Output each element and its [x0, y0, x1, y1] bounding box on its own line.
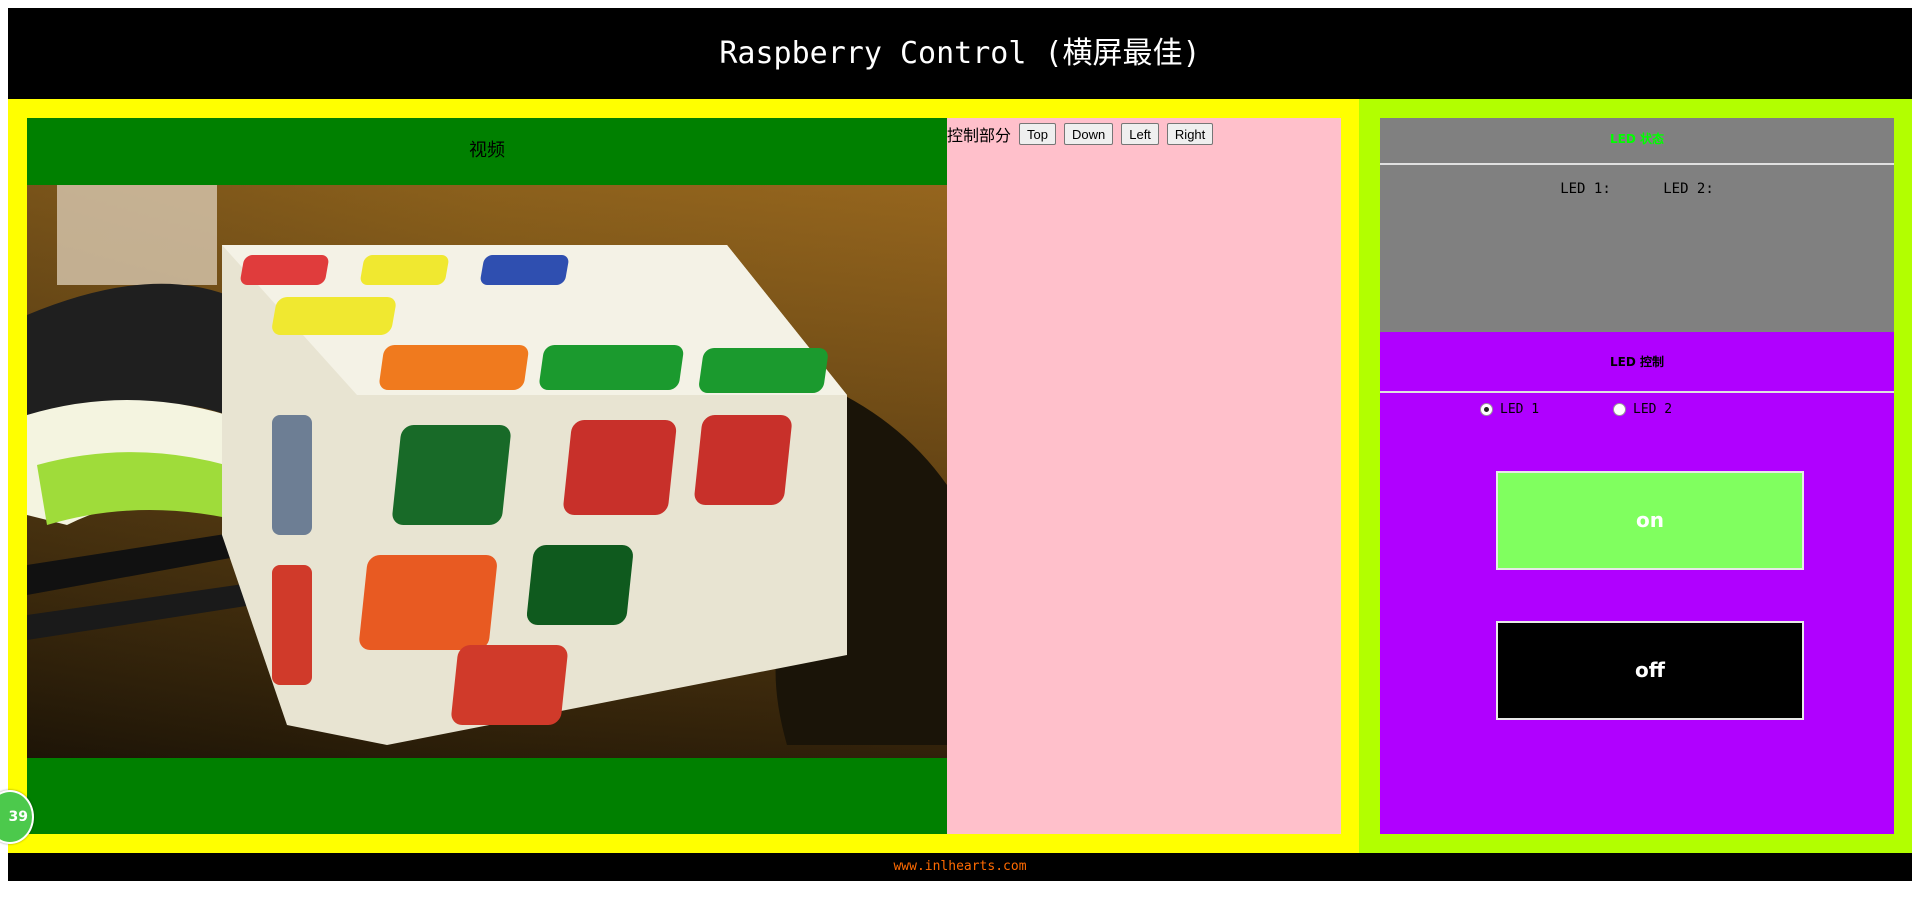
on-button[interactable]: on	[1496, 471, 1804, 570]
divider	[1380, 391, 1894, 393]
led-status-panel	[1380, 118, 1894, 332]
led-status-row: LED 1: LED 2:	[1380, 181, 1894, 197]
app-header: Raspberry Control (横屏最佳)	[8, 8, 1912, 99]
top-button[interactable]: Top	[1019, 123, 1056, 145]
led1-status: LED 1:	[1560, 181, 1611, 197]
down-button[interactable]: Down	[1063, 123, 1114, 145]
control-bar: 控制部分 Top Down Left Right	[947, 123, 1214, 145]
camera-stream-image	[27, 185, 947, 758]
page-title: Raspberry Control (横屏最佳)	[719, 36, 1201, 71]
control-panel	[947, 118, 1341, 834]
led-control-title: LED 控制	[1610, 355, 1664, 369]
led2-option[interactable]: LED 2	[1613, 402, 1672, 417]
footer-link[interactable]: www.inlhearts.com	[893, 859, 1026, 874]
right-button[interactable]: Right	[1166, 123, 1214, 145]
led2-status: LED 2:	[1663, 181, 1714, 197]
radio-led2-label: LED 2	[1633, 402, 1673, 417]
radio-led2[interactable]	[1613, 403, 1626, 416]
radio-led1-label: LED 1	[1500, 402, 1540, 417]
led1-option[interactable]: LED 1	[1480, 402, 1539, 417]
off-button[interactable]: off	[1496, 621, 1804, 720]
led-status-title: LED 状态	[1610, 132, 1664, 146]
footer: www.inlhearts.com	[8, 853, 1912, 881]
left-button[interactable]: Left	[1121, 123, 1159, 145]
video-title: 视频	[469, 140, 505, 161]
divider	[1380, 163, 1894, 165]
control-label: 控制部分	[947, 126, 1012, 145]
radio-led1[interactable]	[1480, 403, 1493, 416]
video-feed	[27, 185, 947, 758]
led-radio-group: LED 1 LED 2	[1480, 402, 1780, 424]
